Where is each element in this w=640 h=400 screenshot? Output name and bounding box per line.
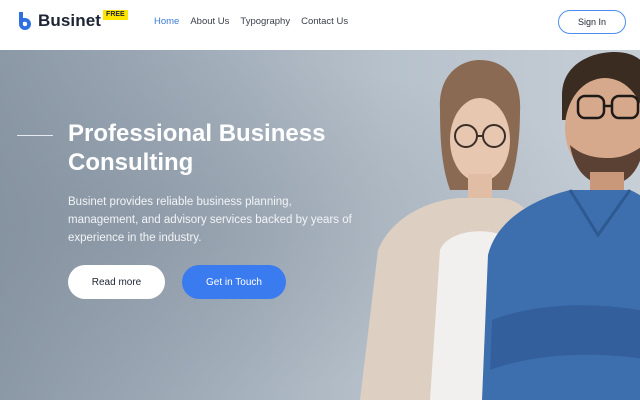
hero-title-line-1: Professional Business (68, 120, 326, 147)
hero-title-line-2: Consulting (68, 149, 194, 176)
hero-description-line-3: experience in the industry. (68, 232, 202, 244)
hero-description-line-2: management, and advisory services backed… (68, 214, 352, 226)
sign-in-button[interactable]: Sign In (558, 10, 626, 34)
nav-item-home[interactable]: Home (154, 16, 179, 27)
free-badge: FREE (103, 10, 128, 20)
main-nav: Home About Us Typography Contact Us (154, 16, 359, 27)
brand-name: Businet (38, 11, 102, 30)
hero-description: Businet provides reliable business plann… (68, 193, 368, 247)
get-in-touch-button[interactable]: Get in Touch (182, 265, 286, 299)
hero-section: Professional Business Consulting Businet… (0, 50, 640, 400)
nav-item-about-us[interactable]: About Us (190, 16, 229, 27)
site-header: Businet FREE Home About Us Typography Co… (0, 0, 640, 50)
brand[interactable]: Businet FREE (16, 10, 128, 31)
hero-accent-line (17, 135, 53, 136)
hero-people-image (360, 52, 640, 400)
logo-icon (19, 12, 31, 30)
nav-item-typography[interactable]: Typography (240, 16, 290, 27)
read-more-button[interactable]: Read more (68, 265, 165, 299)
hero-title: Professional Business Consulting (68, 119, 368, 177)
hero-description-line-1: Businet provides reliable business plann… (68, 196, 292, 208)
nav-item-contact-us[interactable]: Contact Us (301, 16, 348, 27)
